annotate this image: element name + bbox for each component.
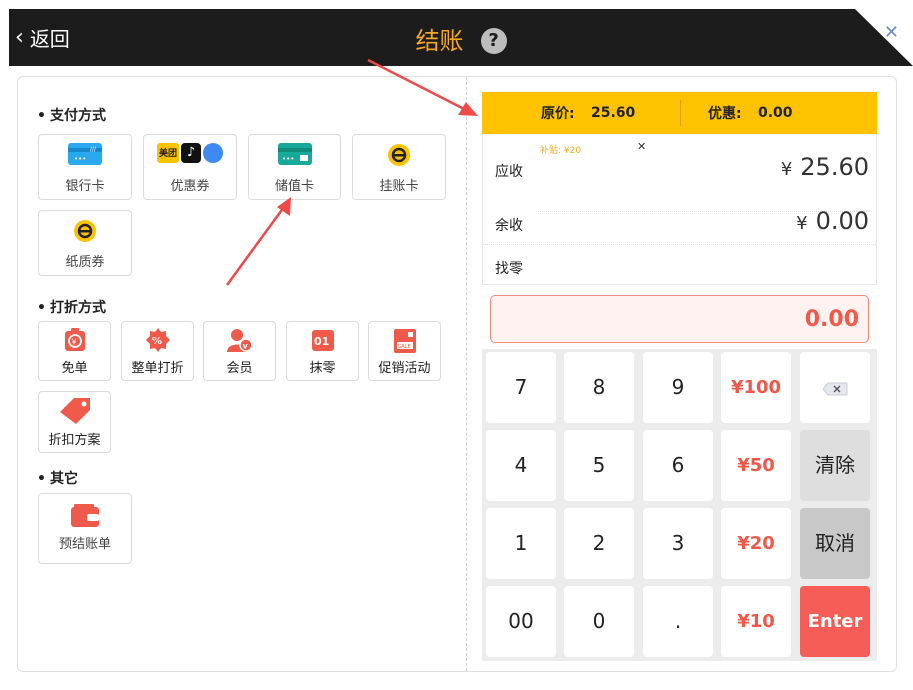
original-price-label: 原价: — [541, 106, 575, 122]
svg-text:///: /// — [90, 146, 97, 153]
discount-label: 免单 — [61, 361, 88, 376]
key-00[interactable]: 00 — [486, 586, 556, 657]
subsidy-tag: 补贴: ¥20 — [540, 146, 582, 156]
key-0[interactable]: 0 — [564, 586, 634, 657]
key-9[interactable]: 9 — [643, 352, 713, 423]
clear-button[interactable]: 清除 — [800, 430, 870, 501]
discount-amount-label: 优惠: — [708, 106, 742, 122]
page-title: 结账 — [415, 27, 464, 55]
svg-text:•••: ••• — [282, 155, 294, 163]
svg-text:01: 01 — [314, 335, 329, 348]
key-7[interactable]: 7 — [486, 352, 556, 423]
discount-label: 促销活动 — [378, 361, 431, 376]
receivable-value: 25.60 — [800, 153, 869, 181]
svg-text:%: % — [152, 336, 162, 347]
discount-label: 整单打折 — [131, 361, 184, 376]
meituan-logo: 美团 — [156, 143, 179, 163]
member-icon: v — [226, 329, 253, 352]
key-4[interactable]: 4 — [486, 430, 556, 501]
key-quick-100[interactable]: ¥100 — [721, 352, 791, 423]
panel-divider — [466, 77, 467, 671]
bank-card-icon: ••• /// — [68, 143, 102, 165]
key-2[interactable]: 2 — [564, 508, 634, 579]
key-3[interactable]: 3 — [643, 508, 713, 579]
pre-bill-icon — [71, 504, 99, 527]
svg-text:SALE: SALE — [398, 344, 411, 350]
title-container: 结账 ? — [9, 21, 913, 56]
remaining-label: 余收 — [495, 218, 523, 234]
svg-text:•••: ••• — [74, 155, 86, 163]
title-bar: ‹ 返回 结账 ? ✕ — [9, 9, 913, 66]
svg-text:¥: ¥ — [71, 338, 76, 347]
douyin-logo-icon: ♪ — [181, 143, 201, 163]
whole-order-discount-icon: % — [145, 328, 170, 352]
payment-label: 纸质券 — [65, 255, 105, 270]
key-6[interactable]: 6 — [643, 430, 713, 501]
remaining-value: 0.00 — [815, 207, 869, 235]
payment-section-title: 支付方式 — [37, 105, 106, 125]
backspace-button[interactable] — [800, 352, 870, 423]
key-1[interactable]: 1 — [486, 508, 556, 579]
key-8[interactable]: 8 — [564, 352, 634, 423]
svg-text:v: v — [242, 342, 248, 351]
enter-button[interactable]: Enter — [800, 586, 870, 657]
price-summary-bar: 原价: 25.60 优惠: 0.00 — [482, 92, 877, 134]
pre-bill-button[interactable]: 预结账单 — [38, 493, 132, 564]
payment-stored-value-card[interactable]: ••• 储值卡 — [248, 134, 341, 200]
payment-label: 银行卡 — [65, 179, 105, 194]
currency-symbol: ¥ — [780, 159, 793, 180]
backspace-icon — [822, 382, 848, 395]
other-label: 预结账单 — [58, 537, 111, 552]
round-off-icon: 01 — [311, 330, 334, 351]
close-icon[interactable]: ✕ — [884, 22, 899, 43]
discount-plan-icon — [59, 398, 90, 424]
discount-member[interactable]: v 会员 — [203, 321, 276, 381]
key-5[interactable]: 5 — [564, 430, 634, 501]
discount-free-order[interactable]: ¥ 免单 — [38, 321, 111, 381]
discount-promotion[interactable]: SALE 促销活动 — [368, 321, 441, 381]
cancel-button[interactable]: 取消 — [800, 508, 870, 579]
other-section-title: 其它 — [37, 468, 78, 488]
payment-paper-voucher[interactable]: 纸质券 — [38, 210, 132, 276]
discount-label: 会员 — [226, 361, 253, 376]
key-quick-50[interactable]: ¥50 — [721, 430, 791, 501]
discount-section-title: 打折方式 — [37, 297, 106, 317]
discount-label: 折扣方案 — [48, 433, 101, 448]
discount-whole-order[interactable]: % 整单打折 — [121, 321, 194, 381]
circle-logo-icon — [203, 143, 223, 163]
stored-value-card-icon: ••• — [277, 143, 312, 165]
promotion-icon: SALE — [393, 329, 416, 353]
remove-subsidy-icon[interactable]: ✕ — [637, 140, 646, 153]
key-quick-20[interactable]: ¥20 — [721, 508, 791, 579]
paper-voucher-icon — [74, 220, 96, 242]
free-order-icon: ¥ — [64, 328, 85, 351]
coupon-icon: 美团 ♪ — [156, 143, 223, 163]
original-price-value: 25.60 — [591, 105, 636, 121]
price-bar-divider — [680, 100, 681, 126]
summary-separator — [483, 244, 876, 245]
key-dot[interactable]: . — [643, 586, 713, 657]
discount-amount-value: 0.00 — [758, 105, 793, 121]
change-label: 找零 — [495, 261, 523, 277]
discount-plan[interactable]: 折扣方案 — [38, 391, 111, 453]
receivable-amount: ¥25.60 — [781, 153, 869, 181]
payment-bank-card[interactable]: ••• /// 银行卡 — [38, 134, 132, 200]
help-icon[interactable]: ? — [480, 28, 507, 54]
key-quick-10[interactable]: ¥10 — [721, 586, 791, 657]
amount-input[interactable]: 0.00 — [490, 295, 869, 343]
payment-label: 储值卡 — [274, 179, 314, 194]
receivable-label: 应收 — [495, 164, 523, 180]
discount-round-off[interactable]: 01 抹零 — [286, 321, 359, 381]
payment-credit-account[interactable]: 挂账卡 — [352, 134, 446, 200]
payment-label: 优惠券 — [170, 179, 210, 194]
remaining-amount: ¥0.00 — [796, 207, 869, 235]
discount-label: 抹零 — [309, 361, 336, 376]
currency-symbol: ¥ — [796, 213, 808, 234]
credit-account-icon — [388, 144, 410, 166]
numeric-keypad: 7 8 9 ¥100 4 5 6 ¥50 清除 1 2 3 ¥20 取消 00 … — [482, 349, 877, 661]
payment-coupon[interactable]: 美团 ♪ 优惠券 — [143, 134, 237, 200]
payment-label: 挂账卡 — [379, 179, 419, 194]
